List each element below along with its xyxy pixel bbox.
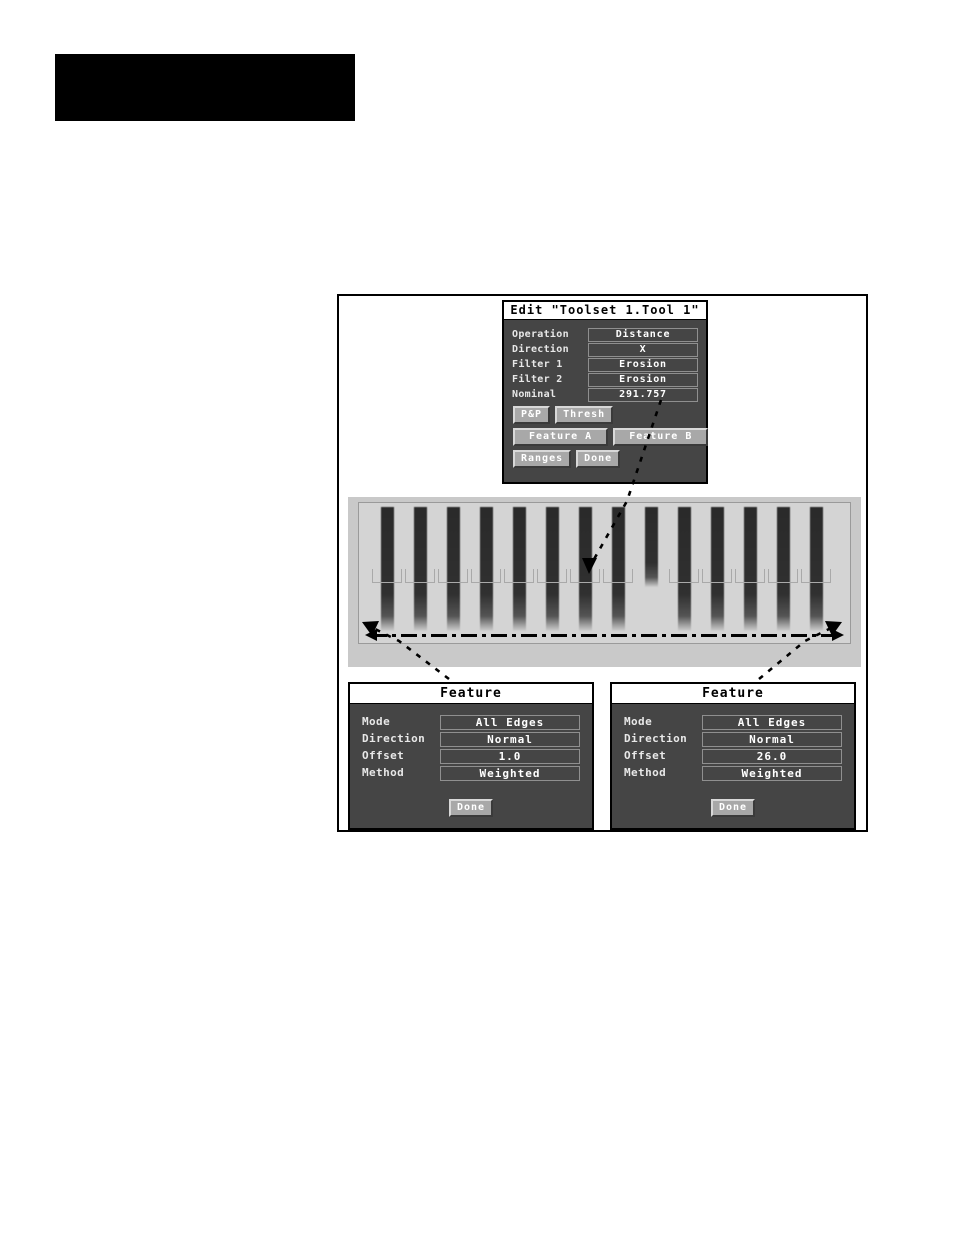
field-value-nominal[interactable]: 291.757: [588, 387, 698, 402]
field-row-direction: Direction X: [512, 342, 698, 357]
pin-seat-notch: [801, 569, 831, 583]
feature-b-label-method: Method: [624, 766, 667, 779]
feature-b-row-mode: Mode All Edges: [624, 714, 842, 730]
feature-b-row-offset: Offset 26.0: [624, 748, 842, 764]
feature-a-done-button[interactable]: Done: [448, 799, 494, 817]
feature-b-dialog-title: Feature: [612, 684, 854, 704]
edit-dialog-button-row-1: P&P Thresh: [504, 406, 706, 424]
edit-tool-dialog-body: Operation Distance Direction X Filter 1 …: [504, 320, 706, 402]
field-row-operation: Operation Distance: [512, 327, 698, 342]
feature-a-label-mode: Mode: [362, 715, 391, 728]
feature-b-value-offset[interactable]: 26.0: [702, 748, 842, 764]
thresh-button[interactable]: Thresh: [555, 406, 614, 424]
pin-seat-notch: [735, 569, 765, 583]
redacted-header-bar: [55, 54, 355, 121]
edit-tool-dialog-title: Edit "Toolset 1.Tool 1": [504, 302, 706, 320]
field-label-nominal: Nominal: [512, 389, 557, 400]
pin-seat-notch: [471, 569, 501, 583]
pin-seat-notch: [504, 569, 534, 583]
feature-a-row-method: Method Weighted: [362, 765, 580, 781]
feature-b-row-method: Method Weighted: [624, 765, 842, 781]
feature-a-value-direction[interactable]: Normal: [440, 731, 580, 747]
feature-a-value-mode[interactable]: All Edges: [440, 714, 580, 730]
feature-a-label-method: Method: [362, 766, 405, 779]
feature-a-done-row: Done: [362, 795, 580, 817]
feature-b-label-direction: Direction: [624, 732, 688, 745]
feature-a-row-offset: Offset 1.0: [362, 748, 580, 764]
figure-frame: Edit "Toolset 1.Tool 1" Operation Distan…: [337, 294, 868, 832]
pin-seat-notch: [438, 569, 468, 583]
field-row-nominal: Nominal 291.757: [512, 387, 698, 402]
feature-a-label-direction: Direction: [362, 732, 426, 745]
pin-seat-notch: [537, 569, 567, 583]
feature-a-dialog-body: Mode All Edges Direction Normal Offset 1…: [350, 704, 592, 817]
feature-a-value-offset[interactable]: 1.0: [440, 748, 580, 764]
field-row-filter-2: Filter 2 Erosion: [512, 372, 698, 387]
feature-b-value-method[interactable]: Weighted: [702, 765, 842, 781]
edit-dialog-button-row-3: Ranges Done: [504, 450, 706, 468]
feature-b-row-direction: Direction Normal: [624, 731, 842, 747]
feature-b-label-mode: Mode: [624, 715, 653, 728]
done-button[interactable]: Done: [576, 450, 621, 468]
feature-b-button[interactable]: Feature B: [613, 428, 709, 446]
edit-dialog-button-row-2: Feature A Feature B: [504, 428, 709, 446]
distance-arrow-right: [832, 629, 844, 641]
feature-a-button[interactable]: Feature A: [513, 428, 609, 446]
feature-b-label-offset: Offset: [624, 749, 667, 762]
feature-a-dialog-title: Feature: [350, 684, 592, 704]
feature-a-dialog: Feature Mode All Edges Direction Normal …: [348, 682, 594, 830]
pnp-button[interactable]: P&P: [513, 406, 551, 424]
feature-a-row-direction: Direction Normal: [362, 731, 580, 747]
distance-arrow-left: [365, 629, 377, 641]
feature-b-dialog-body: Mode All Edges Direction Normal Offset 2…: [612, 704, 854, 817]
pin-seat-notch: [405, 569, 435, 583]
field-value-direction[interactable]: X: [588, 342, 698, 357]
pin-seat-notch: [702, 569, 732, 583]
feature-b-done-button[interactable]: Done: [710, 799, 756, 817]
field-label-direction: Direction: [512, 344, 569, 355]
feature-a-label-offset: Offset: [362, 749, 405, 762]
ranges-button[interactable]: Ranges: [513, 450, 572, 468]
pin-seat-notch: [570, 569, 600, 583]
distance-measure-line: [371, 634, 838, 637]
pin-seat-notch: [768, 569, 798, 583]
vision-image-panel: [348, 497, 861, 667]
field-value-operation[interactable]: Distance: [588, 327, 698, 342]
feature-b-done-row: Done: [624, 795, 842, 817]
vision-image-canvas: [358, 502, 851, 644]
field-row-filter-1: Filter 1 Erosion: [512, 357, 698, 372]
connector-pin: [645, 507, 658, 587]
pin-seat-notch: [669, 569, 699, 583]
pin-seat-notch: [603, 569, 633, 583]
field-value-filter-2[interactable]: Erosion: [588, 372, 698, 387]
feature-b-value-mode[interactable]: All Edges: [702, 714, 842, 730]
pin-seat-notch: [372, 569, 402, 583]
feature-a-row-mode: Mode All Edges: [362, 714, 580, 730]
feature-a-value-method[interactable]: Weighted: [440, 765, 580, 781]
field-label-filter-1: Filter 1: [512, 359, 563, 370]
edit-tool-dialog: Edit "Toolset 1.Tool 1" Operation Distan…: [502, 300, 709, 484]
field-label-filter-2: Filter 2: [512, 374, 563, 385]
field-value-filter-1[interactable]: Erosion: [588, 357, 698, 372]
feature-b-dialog: Feature Mode All Edges Direction Normal …: [610, 682, 856, 830]
field-label-operation: Operation: [512, 329, 569, 340]
feature-b-value-direction[interactable]: Normal: [702, 731, 842, 747]
